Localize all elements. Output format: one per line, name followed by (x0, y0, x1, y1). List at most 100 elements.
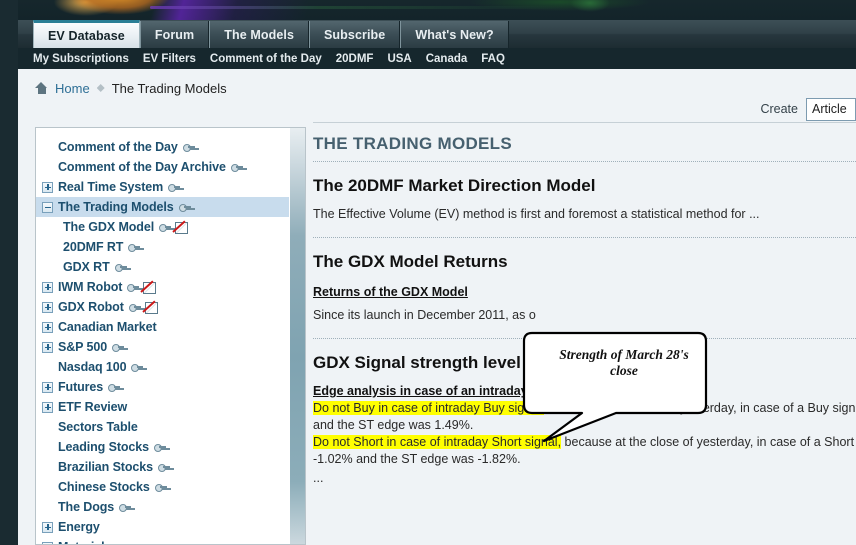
expand-icon[interactable] (42, 301, 53, 313)
breadcrumb: Home The Trading Models (18, 69, 856, 107)
tab-the-models[interactable]: The Models (209, 21, 309, 48)
subnav-item-comment-of-the-day[interactable]: Comment of the Day (210, 53, 322, 65)
sidebar-item-label: GDX Robot (58, 300, 124, 314)
sidebar-item-nasdaq-100[interactable]: Nasdaq 100 (36, 357, 290, 377)
sidebar-item-label: Canadian Market (58, 320, 157, 334)
edge-analysis-heading: Edge analysis in case of an intraday rea… (313, 384, 682, 398)
key-icon (159, 223, 172, 232)
secondary-navbar: My Subscriptions EV Filters Comment of the… (0, 48, 856, 69)
sidebar-item-materials[interactable]: Materials (36, 537, 290, 544)
section-divider-2 (313, 338, 856, 339)
sidebar-item-the-gdx-model[interactable]: The GDX Model (36, 217, 290, 237)
expand-icon[interactable] (42, 181, 53, 193)
sidebar-item-label: Leading Stocks (58, 440, 149, 454)
sidebar-item-canadian-market[interactable]: Canadian Market (36, 317, 290, 337)
breadcrumb-separator-icon (96, 84, 105, 92)
key-icon (128, 303, 141, 312)
highlight-do-not-short: Do not Short in case of intraday Short s… (313, 435, 562, 449)
subnav-item-usa[interactable]: USA (387, 53, 411, 65)
tab-forum[interactable]: Forum (139, 21, 210, 48)
expand-icon[interactable] (42, 401, 53, 413)
signal-short-rest: because at the close of yesterday, in ca… (561, 435, 855, 449)
sidebar-item-label: The Dogs (58, 500, 115, 514)
site-banner (0, 0, 856, 20)
sidebar-item-chinese-stocks[interactable]: Chinese Stocks (36, 477, 290, 497)
sidebar-item-label: Nasdaq 100 (58, 360, 127, 374)
restricted-book-icon (174, 221, 189, 234)
sidebar-item-real-time-system[interactable]: Real Time System (36, 177, 290, 197)
subnav-item-20dmf[interactable]: 20DMF (336, 53, 374, 65)
restricted-book-icon (142, 281, 157, 294)
expand-icon[interactable] (42, 341, 53, 353)
restricted-book-icon (144, 301, 158, 314)
sidebar-item-sectors-table[interactable]: Sectors Table (36, 417, 290, 437)
key-icon (108, 383, 121, 392)
sidebar-item-label: Comment of the Day (58, 140, 178, 154)
signal-buy-line2: and the ST edge was 1.49%. (313, 418, 474, 432)
sidebar-item-gdx-robot[interactable]: GDX Robot (36, 297, 290, 317)
sidebar-item-20dmf-rt[interactable]: 20DMF RT (36, 237, 290, 257)
sidebar-item-futures[interactable]: Futures (36, 377, 290, 397)
breadcrumb-home-link[interactable]: Home (55, 81, 90, 96)
create-type-select[interactable]: Article (806, 97, 856, 121)
sidebar-item-comment-of-the-day[interactable]: Comment of the Day (36, 137, 290, 157)
key-icon (157, 463, 170, 472)
expand-icon[interactable] (42, 281, 53, 293)
section-text-20dmf: The Effective Volume (EV) method is firs… (313, 207, 760, 221)
link-returns-of-the-gdx-model[interactable]: Returns of the GDX Model (313, 285, 468, 299)
expand-icon[interactable] (42, 541, 53, 544)
sidebar-item-comment-of-the-day-archive[interactable]: Comment of the Day Archive (36, 157, 290, 177)
sidebar-item-label: GDX RT (63, 260, 110, 274)
sidebar-item-label: Brazilian Stocks (58, 460, 153, 474)
subnav-item-faq[interactable]: FAQ (481, 53, 505, 65)
create-label: Create (760, 102, 798, 116)
subnav-item-canada[interactable]: Canada (426, 53, 468, 65)
signal-paragraph-buy: Do not Buy in case of intraday Buy signa… (313, 400, 856, 417)
expand-icon[interactable] (42, 521, 53, 533)
key-icon (182, 143, 195, 152)
sidebar-item-the-dogs[interactable]: The Dogs (36, 497, 290, 517)
sidebar-item-leading-stocks[interactable]: Leading Stocks (36, 437, 290, 457)
sidebar-item-the-trading-models[interactable]: The Trading Models (36, 197, 290, 217)
sidebar-item-brazilian-stocks[interactable]: Brazilian Stocks (36, 457, 290, 477)
sidebar-item-gdx-rt[interactable]: GDX RT (36, 257, 290, 277)
key-icon (128, 243, 141, 252)
key-icon (131, 363, 144, 372)
content-top-divider (313, 122, 856, 123)
sidebar-item-label: Sectors Table (58, 420, 138, 434)
key-icon (230, 163, 243, 172)
expand-icon[interactable] (42, 321, 53, 333)
subnav-item-my-subscriptions[interactable]: My Subscriptions (33, 53, 129, 65)
tab-ev-database[interactable]: EV Database (33, 20, 140, 48)
tab-subscribe[interactable]: Subscribe (309, 21, 401, 48)
home-icon[interactable] (35, 82, 48, 94)
key-icon (127, 283, 140, 292)
sidebar-item-label: Comment of the Day Archive (58, 160, 226, 174)
tab-what-s-new[interactable]: What's New? (400, 21, 509, 48)
sidebar-item-label: ETF Review (58, 400, 128, 414)
sidebar-item-s-p-500[interactable]: S&P 500 (36, 337, 290, 357)
key-icon (168, 183, 181, 192)
collapse-icon[interactable] (42, 201, 53, 213)
sidebar-item-energy[interactable]: Energy (36, 517, 290, 537)
signal-buy-rest: because at the close of yesterday, in ca… (544, 401, 856, 415)
breadcrumb-current: The Trading Models (111, 80, 227, 96)
key-icon (119, 503, 132, 512)
key-icon (114, 263, 127, 272)
key-icon (112, 343, 125, 352)
sidebar-item-label: The Trading Models (58, 200, 174, 214)
banner-glow-graphic (570, 0, 610, 12)
signal-short-line2: -1.02% and the ST edge was -1.82%. (313, 452, 521, 466)
sidebar-item-label: IWM Robot (58, 280, 123, 294)
section-text-gdx-returns: Since its launch in December 2011, as o (313, 308, 536, 322)
sidebar-item-iwm-robot[interactable]: IWM Robot (36, 277, 290, 297)
main-content: THE TRADING MODELS The 20DMF Market Dire… (313, 130, 856, 485)
page-title: THE TRADING MODELS (313, 134, 513, 153)
expand-icon[interactable] (42, 381, 53, 393)
sidebar-scrollbar[interactable] (289, 128, 305, 544)
section-divider-1 (313, 237, 856, 238)
section-heading-gdx-returns: The GDX Model Returns (313, 252, 508, 271)
sidebar-item-label: Materials (58, 540, 111, 544)
subnav-item-ev-filters[interactable]: EV Filters (143, 53, 196, 65)
sidebar-item-etf-review[interactable]: ETF Review (36, 397, 290, 417)
